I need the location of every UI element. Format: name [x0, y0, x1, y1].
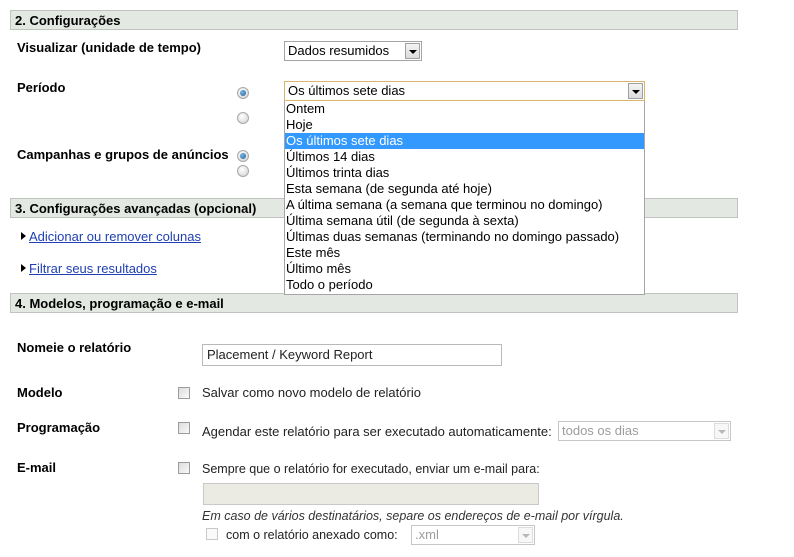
attach-checkbox[interactable]	[206, 528, 218, 540]
chevron-down-icon[interactable]	[628, 83, 643, 99]
view-select[interactable]: Dados resumidos	[284, 41, 422, 61]
template-label: Modelo	[17, 385, 63, 400]
save-template-text: Salvar como novo modelo de relatório	[202, 385, 421, 400]
period-option[interactable]: Este mês	[285, 245, 644, 261]
schedule-frequency-select[interactable]: todos os dias	[558, 421, 731, 441]
attach-format-value: .xml	[415, 527, 439, 542]
email-input[interactable]	[203, 483, 539, 505]
period-option[interactable]: Todo o período	[285, 277, 644, 293]
email-checkbox[interactable]	[178, 462, 190, 474]
section-header-configuracoes: 2. Configurações	[10, 10, 738, 30]
email-label: E-mail	[17, 460, 57, 475]
expand-arrow-icon[interactable]	[21, 232, 26, 240]
schedule-frequency-value: todos os dias	[562, 423, 639, 438]
period-option[interactable]: Esta semana (de segunda até hoje)	[285, 181, 644, 197]
campaigns-label: Campanhas e grupos de anúncios	[17, 147, 229, 162]
chevron-down-icon[interactable]	[714, 423, 729, 439]
period-radio-preset[interactable]	[237, 87, 249, 99]
period-label: Período	[17, 80, 66, 95]
period-option[interactable]: Ontem	[285, 101, 644, 117]
period-select-value: Os últimos sete dias	[288, 83, 406, 98]
report-name-label: Nomeie o relatório	[17, 340, 132, 355]
campaigns-radio-all[interactable]	[237, 150, 249, 162]
email-text: Sempre que o relatório for executado, en…	[202, 462, 540, 476]
period-dropdown-list[interactable]: Ontem Hoje Os últimos sete dias Últimos 14 …	[284, 101, 645, 295]
period-option[interactable]: Hoje	[285, 117, 644, 133]
view-label: Visualizar (unidade de tempo)	[17, 40, 201, 55]
period-option[interactable]: Última semana útil (de segunda à sexta)	[285, 213, 644, 229]
schedule-checkbox[interactable]	[178, 422, 190, 434]
period-radio-custom[interactable]	[237, 112, 249, 124]
chevron-down-icon[interactable]	[405, 43, 420, 59]
schedule-text: Agendar este relatório para ser executad…	[202, 424, 552, 439]
view-select-value: Dados resumidos	[288, 43, 390, 58]
schedule-label: Programação	[17, 420, 101, 435]
period-option[interactable]: Os últimos sete dias	[285, 133, 644, 149]
period-select[interactable]: Os últimos sete dias	[284, 81, 645, 101]
chevron-down-icon[interactable]	[518, 527, 533, 543]
save-template-checkbox[interactable]	[178, 387, 190, 399]
period-option[interactable]: Último mês	[285, 261, 644, 277]
email-hint: Em caso de vários destinatários, separe …	[202, 509, 624, 523]
attach-format-select[interactable]: .xml	[411, 525, 535, 545]
filter-results-link[interactable]: Filtrar seus resultados	[29, 261, 157, 276]
period-option[interactable]: Últimos 14 dias	[285, 149, 644, 165]
section-header-templates: 4. Modelos, programação e e-mail	[10, 293, 738, 313]
period-option[interactable]: Últimos trinta dias	[285, 165, 644, 181]
report-name-input[interactable]: Placement / Keyword Report	[202, 344, 502, 366]
period-option[interactable]: A última semana (a semana que terminou n…	[285, 197, 644, 213]
add-remove-columns-link[interactable]: Adicionar ou remover colunas	[29, 229, 201, 244]
period-option[interactable]: Últimas duas semanas (terminando no domi…	[285, 229, 644, 245]
campaigns-radio-select[interactable]	[237, 165, 249, 177]
expand-arrow-icon[interactable]	[21, 264, 26, 272]
attach-text: com o relatório anexado como:	[226, 528, 398, 542]
